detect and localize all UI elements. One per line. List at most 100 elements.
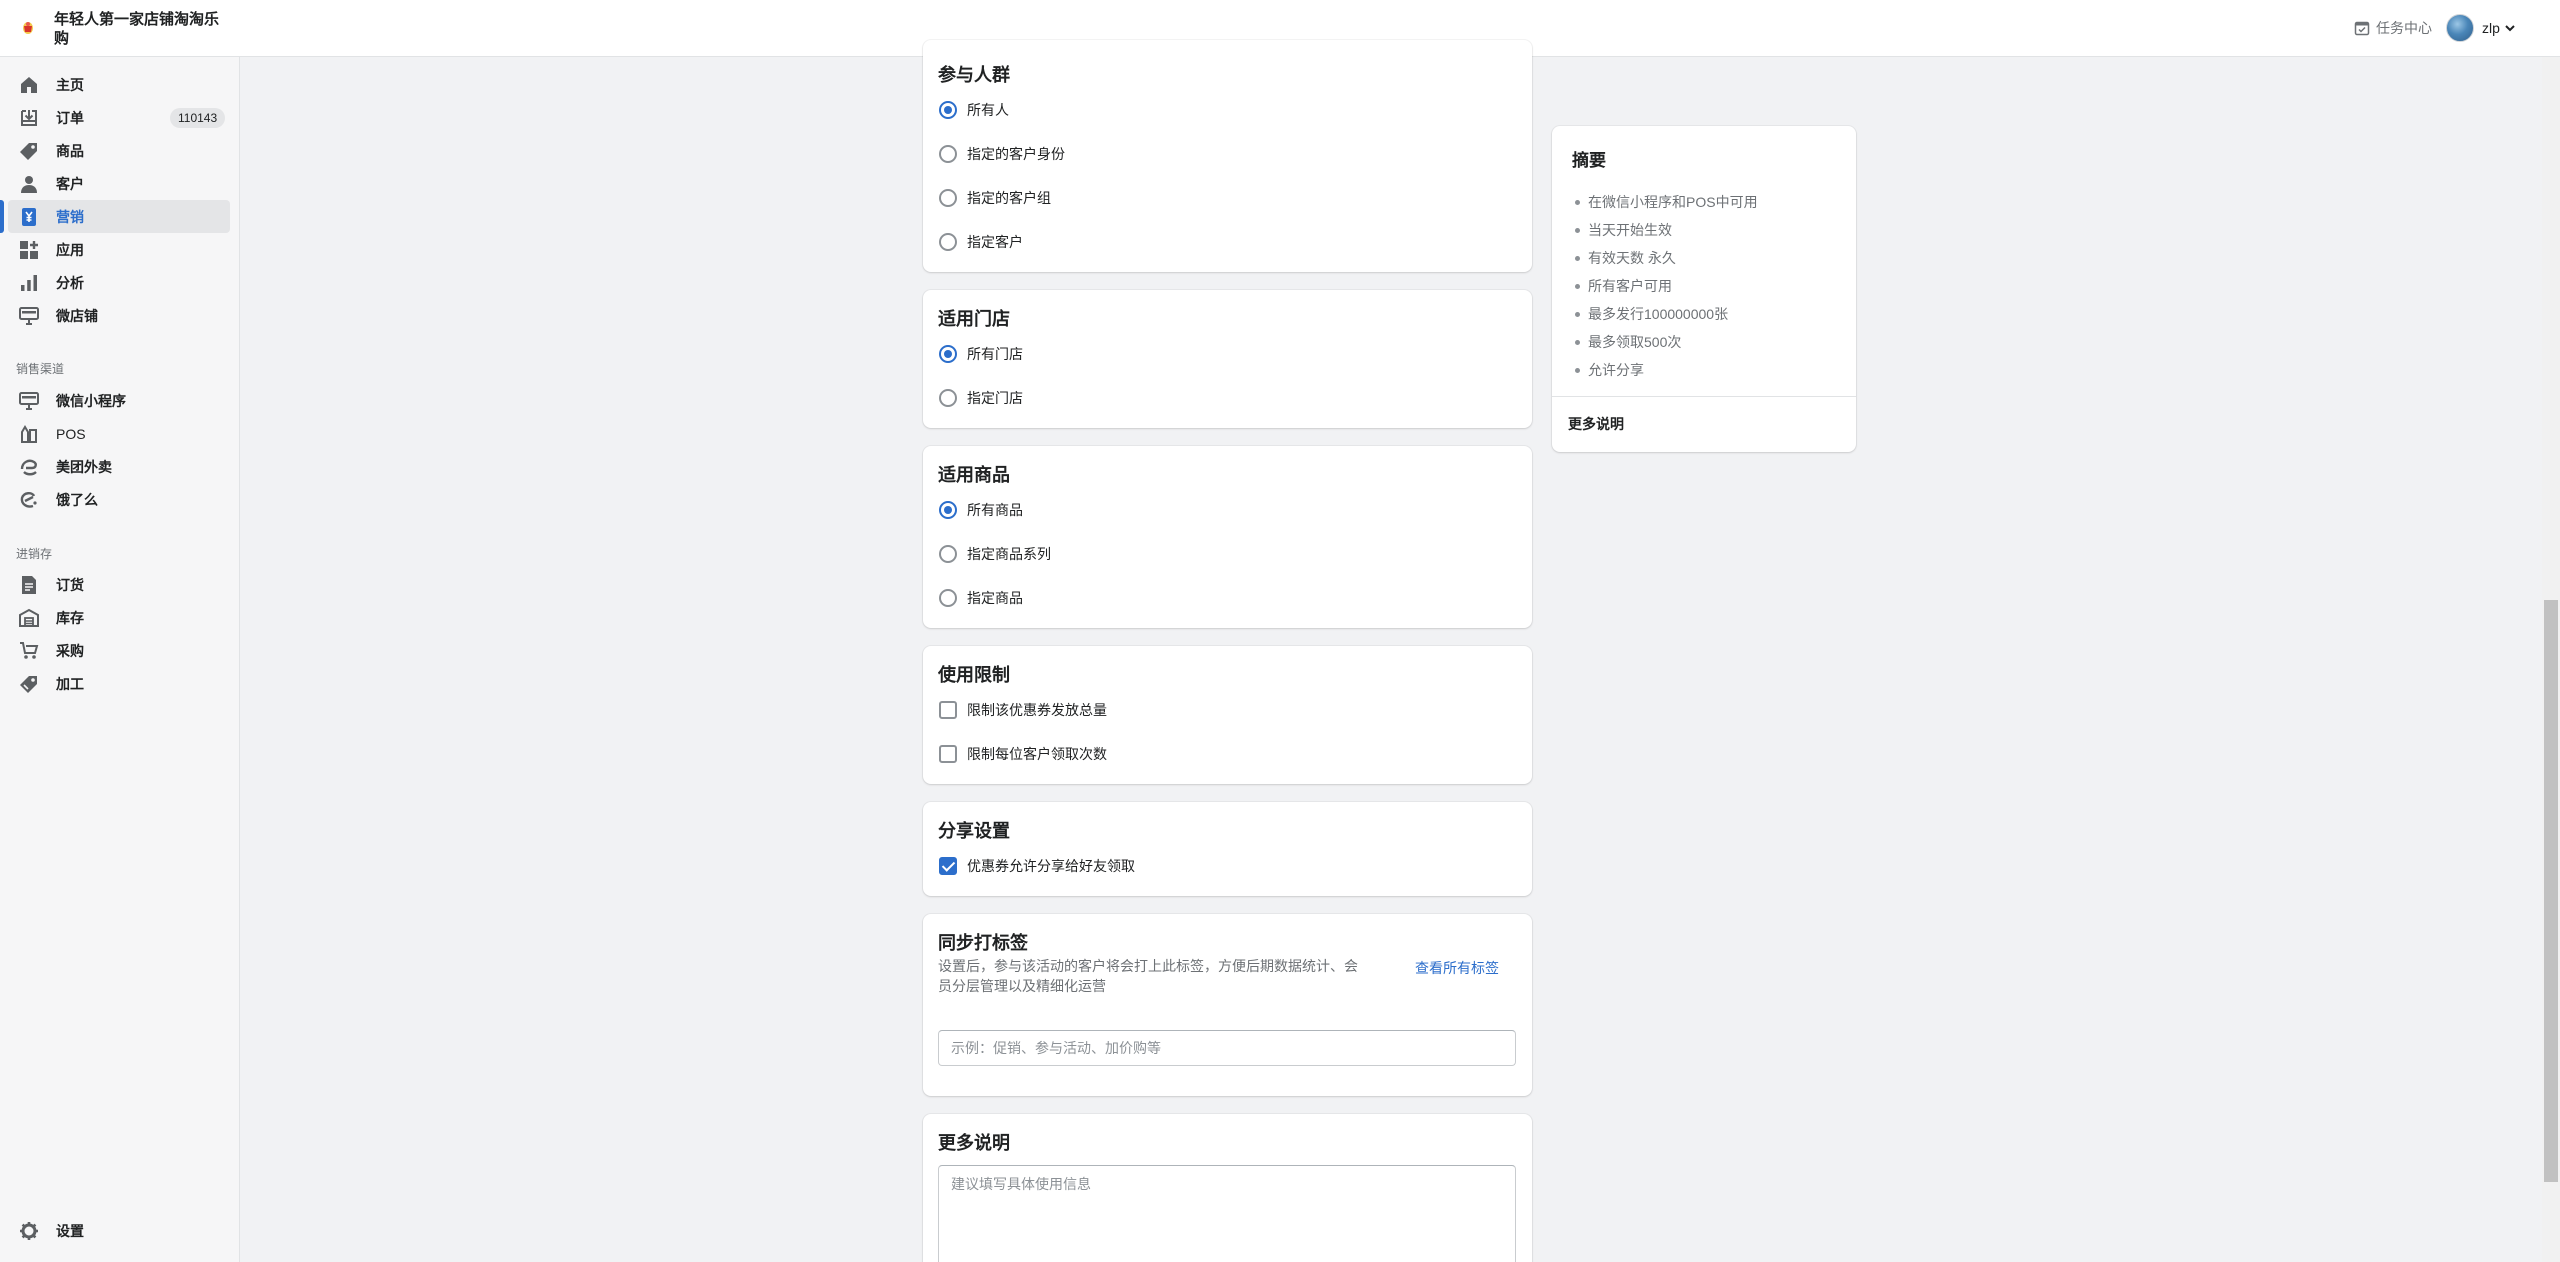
order-count-badge: 110143 — [170, 108, 226, 128]
stores-title: 适用门店 — [938, 309, 1010, 329]
sidebar-item-label: 美团外卖 — [56, 458, 112, 475]
task-check-icon — [2354, 21, 2370, 36]
radio-button[interactable] — [939, 145, 957, 163]
notes-title: 更多说明 — [938, 1133, 1010, 1153]
task-center-button[interactable]: 任务中心 — [2354, 18, 2432, 38]
home-icon — [21, 76, 37, 93]
sidebar-item-label: 设置 — [56, 1222, 84, 1239]
gear-icon — [20, 1221, 38, 1240]
option-label: 指定商品系列 — [967, 546, 1051, 562]
audience-option-all[interactable]: 所有人 — [939, 100, 1009, 120]
audience-option-group[interactable]: 指定的客户组 — [939, 188, 1051, 208]
limits-card: 使用限制 限制该优惠券发放总量 限制每位客户领取次数 — [923, 646, 1532, 784]
sidebar-item-label: 订单 — [56, 109, 84, 126]
shop-name[interactable]: 年轻人第一家店铺淘淘乐购 — [54, 10, 224, 48]
stores-option-specific[interactable]: 指定门店 — [939, 388, 1023, 408]
checkbox[interactable] — [939, 701, 957, 719]
radio-button[interactable] — [939, 233, 957, 251]
option-label: 指定客户 — [967, 234, 1023, 250]
sidebar-item-label: 应用 — [56, 241, 84, 258]
audience-card: 参与人群 所有人 指定的客户身份 指定的客户组 指定客户 — [923, 40, 1532, 272]
sidebar-item-label: 库存 — [56, 609, 84, 626]
person-icon — [21, 175, 37, 193]
summary-item: 允许分享 — [1572, 360, 1758, 388]
meituan-icon — [20, 459, 37, 475]
purchase-icon — [20, 641, 39, 659]
checkbox[interactable] — [939, 857, 957, 875]
sidebar-item-orders[interactable]: 订单 110143 — [0, 101, 240, 134]
sales-channels-heading: 销售渠道 — [16, 362, 65, 376]
sidebar-item-eleme[interactable]: 饿了么 — [0, 483, 240, 516]
sidebar-item-label: 商品 — [56, 142, 84, 159]
products-option-specific[interactable]: 指定商品 — [939, 588, 1023, 608]
inventory-heading: 进销存 — [16, 547, 53, 561]
sidebar-item-purchase[interactable]: 采购 — [0, 634, 240, 667]
audience-title: 参与人群 — [938, 65, 1010, 85]
radio-button[interactable] — [939, 589, 957, 607]
radio-button[interactable] — [939, 101, 957, 119]
sidebar: 主页 订单 110143 商品 客户 营销 应用 分析 微店铺 销售渠道 微信小… — [0, 57, 240, 1262]
active-indicator — [0, 200, 4, 233]
summary-item: 在微信小程序和POS中可用 — [1572, 192, 1758, 220]
sidebar-item-analytics[interactable]: 分析 — [0, 266, 240, 299]
option-label: 限制每位客户领取次数 — [967, 746, 1107, 762]
sidebar-item-label: 营销 — [56, 208, 84, 225]
eleme-icon — [20, 491, 37, 508]
document-icon — [22, 575, 36, 594]
storefront-icon — [19, 306, 39, 325]
radio-button[interactable] — [939, 545, 957, 563]
sidebar-item-meituan[interactable]: 美团外卖 — [0, 450, 240, 483]
limit-per-customer-option[interactable]: 限制每位客户领取次数 — [939, 744, 1107, 764]
option-label: 优惠券允许分享给好友领取 — [967, 858, 1135, 874]
sidebar-item-stock[interactable]: 库存 — [0, 601, 240, 634]
active-highlight — [8, 200, 230, 233]
sidebar-item-microstore[interactable]: 微店铺 — [0, 299, 240, 332]
sidebar-item-pos[interactable]: POS — [0, 417, 240, 450]
products-card: 适用商品 所有商品 指定商品系列 指定商品 — [923, 446, 1532, 628]
sidebar-item-marketing[interactable]: 营销 — [0, 200, 240, 233]
limit-total-option[interactable]: 限制该优惠券发放总量 — [939, 700, 1107, 720]
products-option-all[interactable]: 所有商品 — [939, 500, 1023, 520]
sidebar-item-label: 主页 — [56, 76, 84, 93]
share-title: 分享设置 — [938, 821, 1010, 841]
sidebar-item-settings[interactable]: 设置 — [0, 1214, 240, 1247]
summary-item: 所有客户可用 — [1572, 276, 1758, 304]
view-all-tags-link[interactable]: 查看所有标签 — [1415, 958, 1499, 978]
radio-button[interactable] — [939, 189, 957, 207]
summary-item: 当天开始生效 — [1572, 220, 1758, 248]
sidebar-item-customers[interactable]: 客户 — [0, 167, 240, 200]
tags-input[interactable] — [938, 1030, 1516, 1066]
products-title: 适用商品 — [938, 465, 1010, 485]
sidebar-item-ordering[interactable]: 订货 — [0, 568, 240, 601]
tags-card: 同步打标签 设置后，参与该活动的客户将会打上此标签，方便后期数据统计、会员分层管… — [923, 914, 1532, 1096]
sidebar-item-processing[interactable]: 加工 — [0, 667, 240, 700]
radio-button[interactable] — [939, 345, 957, 363]
notes-textarea[interactable] — [938, 1165, 1516, 1262]
sidebar-item-home[interactable]: 主页 — [0, 68, 240, 101]
tags-title: 同步打标签 — [938, 933, 1028, 953]
radio-button[interactable] — [939, 501, 957, 519]
sidebar-item-label: POS — [56, 425, 86, 442]
products-option-collection[interactable]: 指定商品系列 — [939, 544, 1051, 564]
option-label: 所有商品 — [967, 502, 1023, 518]
chevron-down-icon — [2505, 25, 2515, 32]
avatar — [2446, 14, 2474, 42]
user-menu[interactable]: zlp — [2446, 14, 2516, 42]
radio-button[interactable] — [939, 389, 957, 407]
share-option[interactable]: 优惠券允许分享给好友领取 — [939, 856, 1135, 876]
sidebar-item-products[interactable]: 商品 — [0, 134, 240, 167]
pos-icon — [21, 424, 37, 443]
sidebar-item-label: 微店铺 — [56, 307, 98, 324]
stores-option-all[interactable]: 所有门店 — [939, 344, 1023, 364]
sidebar-item-miniprogram[interactable]: 微信小程序 — [0, 384, 240, 417]
summary-more-notes: 更多说明 — [1568, 416, 1624, 432]
audience-option-identity[interactable]: 指定的客户身份 — [939, 144, 1065, 164]
apps-icon — [20, 240, 38, 259]
scrollbar-thumb[interactable] — [2544, 600, 2558, 1182]
audience-option-customer[interactable]: 指定客户 — [939, 232, 1023, 252]
sidebar-item-label: 分析 — [56, 274, 84, 291]
option-label: 限制该优惠券发放总量 — [967, 702, 1107, 718]
checkbox[interactable] — [939, 745, 957, 763]
option-label: 所有人 — [967, 102, 1009, 118]
sidebar-item-apps[interactable]: 应用 — [0, 233, 240, 266]
